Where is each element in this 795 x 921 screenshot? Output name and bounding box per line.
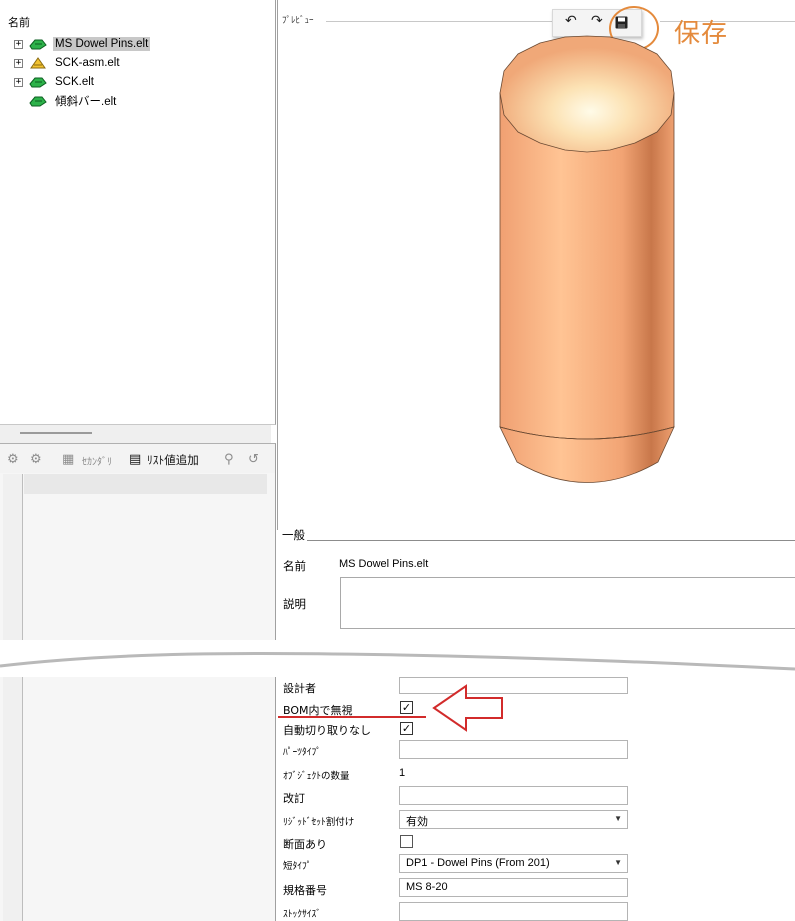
expand-toggle[interactable]: + — [14, 58, 23, 68]
description-field[interactable] — [340, 577, 795, 629]
object-count-value: 1 — [399, 767, 406, 779]
standard-number-label: 規格番号 — [283, 884, 327, 897]
tree-column-header[interactable]: 名前 — [8, 14, 30, 30]
grid-row-header — [3, 677, 23, 921]
tree-item-ms-dowel-pins[interactable]: + MS Dowel Pins.elt — [14, 35, 151, 53]
rigid-set-value: 有効 — [406, 816, 428, 828]
list-grid — [0, 473, 276, 643]
part-icon — [29, 39, 47, 50]
rigid-set-dropdown[interactable]: 有効 ▼ — [399, 810, 628, 829]
stock-size-field[interactable] — [399, 902, 628, 921]
file-tree-panel: 名前 + MS Dowel Pins.elt + SCK-asm.elt + S… — [0, 0, 276, 425]
general-section-title: 一般 — [282, 528, 305, 542]
expand-toggle[interactable]: + — [14, 39, 23, 49]
grid-row-header — [3, 474, 23, 640]
no-auto-cut-checkbox[interactable]: ✓ — [400, 722, 413, 735]
tree-expand-icon[interactable]: ⚙ — [7, 452, 19, 467]
short-type-label: 短ﾀｲﾌﾟ — [283, 861, 312, 872]
grid-cell[interactable] — [24, 474, 267, 494]
name-label: 名前 — [283, 559, 306, 573]
add-list-value-button[interactable]: ﾘｽﾄ値追加 — [147, 452, 199, 468]
rigid-set-label: ﾘｼﾞｯﾄﾞｾｯﾄ割付け — [283, 817, 355, 828]
short-type-dropdown[interactable]: DP1 - Dowel Pins (From 201) ▼ — [399, 854, 628, 873]
expand-toggle[interactable]: + — [14, 77, 23, 87]
tree-item-label: SCK-asm.elt — [55, 57, 120, 69]
preview-title: ﾌﾟﾚﾋﾞｭｰ — [282, 16, 314, 26]
no-auto-cut-label: 自動切り取りなし — [283, 724, 371, 737]
torn-edge-divider — [0, 651, 795, 671]
ignore-in-bom-checkbox[interactable]: ✓ — [400, 701, 413, 714]
dropdown-arrow-icon[interactable]: ▼ — [614, 814, 622, 823]
has-section-checkbox[interactable] — [400, 835, 413, 848]
standard-number-field[interactable]: MS 8-20 — [399, 878, 628, 897]
secondary-button[interactable]: ｾｶﾝﾀﾞﾘ — [82, 453, 112, 468]
scrollbar-thumb[interactable] — [20, 432, 92, 434]
tree-item-label: MS Dowel Pins.elt — [53, 37, 151, 51]
tree-collapse-icon[interactable]: ⚙ — [30, 452, 42, 467]
redo-button[interactable]: ↷ — [591, 13, 603, 29]
dropdown-arrow-icon[interactable]: ▼ — [614, 858, 622, 867]
stock-size-label: ｽﾄｯｸｻｲｽﾞ — [283, 909, 322, 920]
secondary-icon[interactable]: ▦ — [62, 452, 74, 467]
expand-toggle — [14, 96, 23, 106]
list-icon[interactable]: ▤ — [129, 452, 141, 467]
tree-item-sck[interactable]: + SCK.elt — [14, 73, 96, 91]
part-icon — [29, 96, 47, 107]
left-arrow-annotation — [432, 684, 503, 732]
part-icon — [29, 77, 47, 88]
undo-button[interactable]: ↶ — [565, 13, 577, 29]
link-icon[interactable]: ⚲ — [224, 452, 234, 467]
part-type-label: ﾊﾟｰﾂﾀｲﾌﾟ — [283, 747, 322, 758]
has-section-label: 断面あり — [283, 838, 327, 851]
object-count-label: ｵﾌﾞｼﾞｪｸﾄの数量 — [283, 771, 350, 782]
horizontal-scrollbar[interactable] — [0, 425, 271, 443]
dowel-pin-3d-model[interactable] — [490, 35, 685, 495]
tree-item-sck-asm[interactable]: + SCK-asm.elt — [14, 54, 122, 72]
tree-item-label: 傾斜バー.elt — [55, 96, 117, 108]
part-type-field[interactable] — [399, 740, 628, 759]
revision-label: 改訂 — [283, 792, 305, 805]
assembly-icon — [30, 57, 46, 69]
short-type-value: DP1 - Dowel Pins (From 201) — [406, 857, 550, 869]
list-grid-continued — [0, 677, 276, 921]
section-divider — [307, 540, 795, 541]
designer-label: 設計者 — [283, 682, 316, 695]
divider — [326, 21, 553, 22]
tree-item-tilt-bar[interactable]: 傾斜バー.elt — [14, 92, 118, 110]
list-toolbar: ⚙ ⚙ ▦ ｾｶﾝﾀﾞﾘ ▤ ﾘｽﾄ値追加 ⚲ ↺ — [0, 443, 276, 473]
revision-field[interactable] — [399, 786, 628, 805]
description-label: 説明 — [283, 597, 306, 611]
tree-item-label: SCK.elt — [55, 76, 94, 88]
name-value: MS Dowel Pins.elt — [339, 558, 429, 570]
undo-icon[interactable]: ↺ — [248, 452, 259, 467]
highlight-underline — [278, 716, 426, 718]
